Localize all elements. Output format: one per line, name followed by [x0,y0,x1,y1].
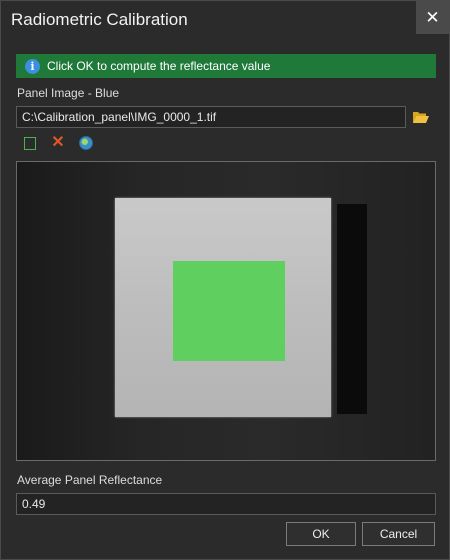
globe-tool[interactable] [77,134,95,152]
title-bar: Radiometric Calibration ✕ [1,1,449,37]
reflectance-label: Average Panel Reflectance [17,473,163,487]
close-button[interactable]: ✕ [416,1,449,34]
radiometric-calibration-dialog: Radiometric Calibration ✕ i Click OK to … [0,0,450,560]
square-select-icon [24,136,36,150]
panel-image-path-input[interactable] [16,106,406,128]
ok-button[interactable]: OK [286,522,356,546]
delete-selection-tool[interactable]: ✕ [49,134,67,152]
delete-icon: ✕ [51,134,65,151]
cancel-button[interactable]: Cancel [362,522,435,546]
folder-open-icon [413,112,429,123]
selection-region[interactable] [173,261,285,361]
square-select-tool[interactable] [21,134,39,152]
info-banner-text: Click OK to compute the reflectance valu… [47,59,271,73]
reflectance-value-field[interactable] [16,493,436,515]
info-icon: i [25,58,40,74]
browse-folder-button[interactable] [410,106,432,128]
close-icon: ✕ [425,7,440,27]
panel-image-viewer[interactable] [16,161,436,461]
info-banner: i Click OK to compute the reflectance va… [16,54,436,78]
panel-shadow [337,204,367,414]
dialog-title: Radiometric Calibration [11,10,188,29]
panel-image-label: Panel Image - Blue [17,86,120,100]
globe-icon [79,136,93,150]
